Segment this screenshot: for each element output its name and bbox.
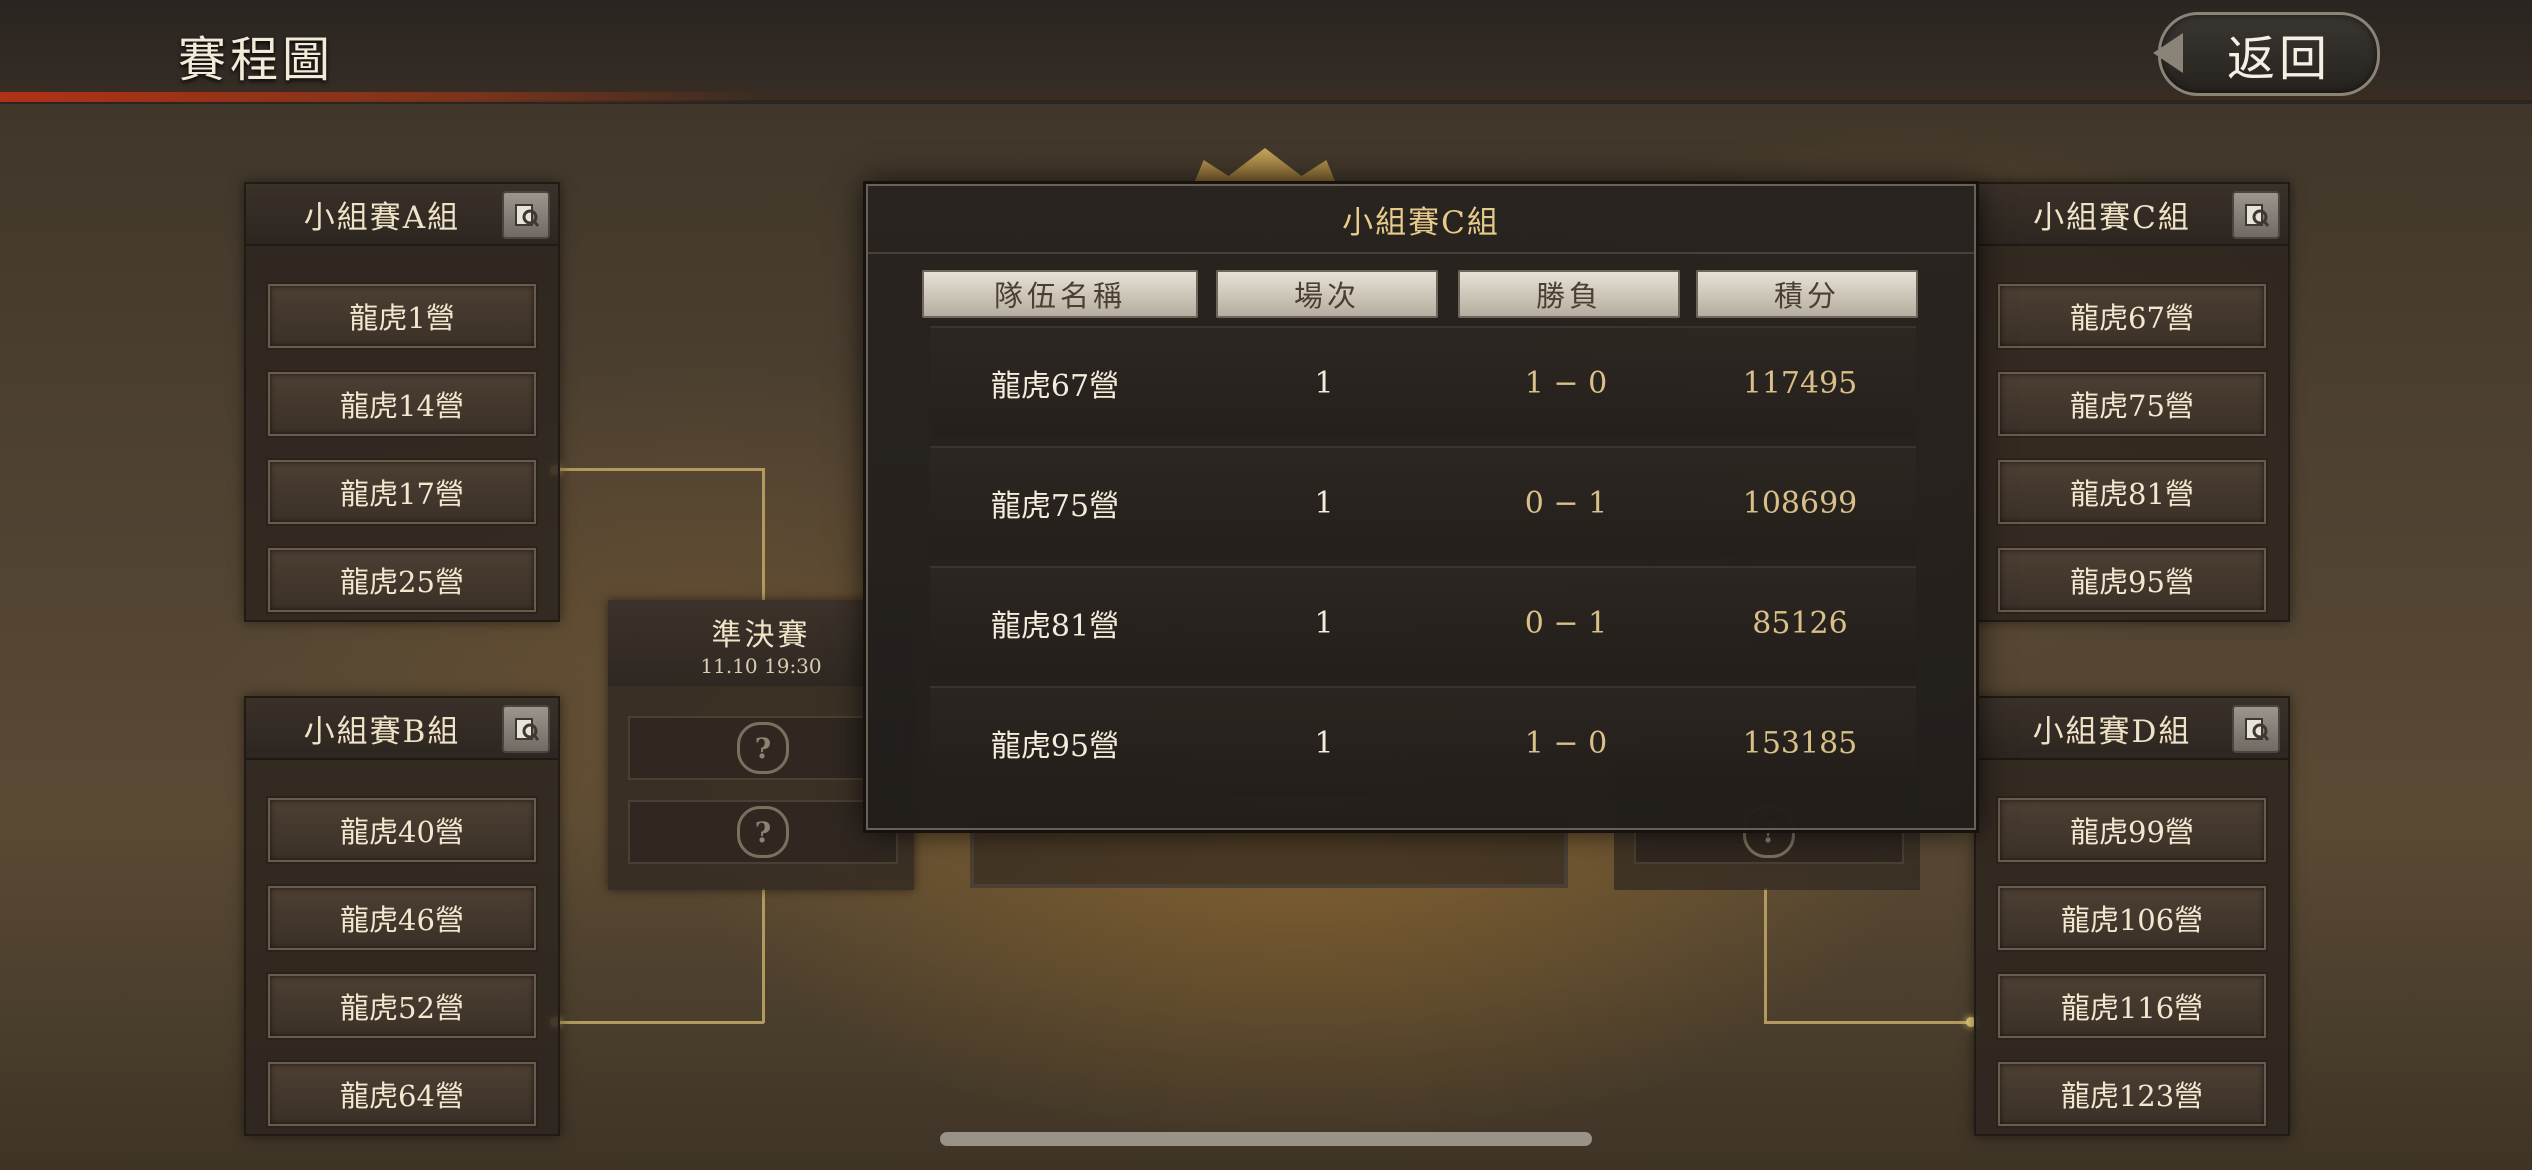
group-d-header: 小組賽D組 [1976, 698, 2288, 760]
bracket-line [762, 888, 765, 1023]
table-row: 龍虎81營 1 0 − 1 85126 [930, 566, 1916, 678]
team-name: 龍虎67營 [990, 369, 1120, 404]
points: 117495 [1742, 365, 1858, 401]
back-button[interactable]: 返回 [2153, 12, 2380, 96]
trophy-crown-icon [1192, 148, 1338, 188]
team-button[interactable]: 龍虎95營 [1998, 548, 2266, 612]
back-button-label: 返回 [2226, 31, 2331, 87]
team-button[interactable]: 龍虎46營 [268, 886, 536, 950]
back-arrow-icon [2153, 33, 2183, 73]
games-played: 1 [1314, 725, 1334, 761]
team-button[interactable]: 龍虎17營 [268, 460, 536, 524]
group-c-header: 小組賽C組 [1976, 184, 2288, 246]
team-button[interactable]: 龍虎64營 [268, 1062, 536, 1126]
semifinal-slot[interactable]: ? [628, 800, 898, 864]
group-c-title: 小組賽C組 [2033, 199, 2191, 236]
group-c-panel: 小組賽C組 龍虎67營 龍虎75營 龍虎81營 龍虎95營 [1974, 182, 2290, 622]
games-played: 1 [1314, 365, 1334, 401]
team-button[interactable]: 龍虎81營 [1998, 460, 2266, 524]
team-button[interactable]: 龍虎14營 [268, 372, 536, 436]
bracket-line [1764, 1021, 1972, 1024]
bracket-line [762, 468, 765, 602]
table-row: 龍虎67營 1 1 − 0 117495 [930, 326, 1916, 438]
team-name: 龍虎81營 [990, 609, 1120, 644]
team-button[interactable]: 龍虎40營 [268, 798, 536, 862]
group-a-header: 小組賽A組 [246, 184, 558, 246]
points: 153185 [1742, 725, 1858, 761]
column-header-win-loss[interactable]: 勝負 [1458, 270, 1680, 318]
semifinal-slot[interactable]: ? [628, 716, 898, 780]
team-button[interactable]: 龍虎25營 [268, 548, 536, 612]
scroll-view-icon[interactable] [2232, 191, 2280, 239]
team-button[interactable]: 龍虎52營 [268, 974, 536, 1038]
scroll-view-icon[interactable] [2232, 705, 2280, 753]
points: 85126 [1752, 605, 1848, 641]
group-b-header: 小組賽B組 [246, 698, 558, 760]
home-indicator[interactable] [940, 1132, 1592, 1146]
team-button[interactable]: 龍虎67營 [1998, 284, 2266, 348]
team-button[interactable]: 龍虎116營 [1998, 974, 2266, 1038]
team-button[interactable]: 龍虎106營 [1998, 886, 2266, 950]
question-mark-icon: ? [737, 722, 789, 774]
scroll-view-icon[interactable] [502, 705, 550, 753]
column-header-team[interactable]: 隊伍名稱 [922, 270, 1198, 318]
scroll-view-icon[interactable] [502, 191, 550, 239]
bracket-line [556, 468, 764, 471]
group-d-panel: 小組賽D組 龍虎99營 龍虎106營 龍虎116營 龍虎123營 [1974, 696, 2290, 1136]
top-bar: 賽程圖 返回 [0, 0, 2532, 104]
win-loss: 1 − 0 [1524, 725, 1608, 761]
team-name: 龍虎95營 [990, 729, 1120, 764]
group-b-panel: 小組賽B組 龍虎40營 龍虎46營 龍虎52營 龍虎64營 [244, 696, 560, 1136]
dialog-title: 小組賽C組 [868, 186, 1974, 254]
win-loss: 0 − 1 [1524, 485, 1608, 521]
team-button[interactable]: 龍虎1營 [268, 284, 536, 348]
bracket-line [1764, 888, 1767, 1023]
group-standings-dialog: 小組賽C組 隊伍名稱 場次 勝負 積分 龍虎67營 1 1 − 0 117495… [866, 184, 1976, 830]
team-button[interactable]: 龍虎75營 [1998, 372, 2266, 436]
title-glow [0, 92, 760, 102]
team-name: 龍虎75營 [990, 489, 1120, 524]
bracket-line [556, 1021, 764, 1024]
team-button[interactable]: 龍虎123營 [1998, 1062, 2266, 1126]
games-played: 1 [1314, 605, 1334, 641]
win-loss: 0 − 1 [1524, 605, 1608, 641]
question-mark-icon: ? [737, 806, 789, 858]
team-button[interactable]: 龍虎99營 [1998, 798, 2266, 862]
points: 108699 [1742, 485, 1858, 521]
group-a-panel: 小組賽A組 龍虎1營 龍虎14營 龍虎17營 龍虎25營 [244, 182, 560, 622]
group-b-title: 小組賽B組 [303, 713, 461, 750]
win-loss: 1 − 0 [1524, 365, 1608, 401]
table-row: 龍虎75營 1 0 − 1 108699 [930, 446, 1916, 558]
group-d-title: 小組賽D組 [2032, 713, 2192, 750]
column-header-points[interactable]: 積分 [1696, 270, 1918, 318]
table-row: 龍虎95營 1 1 − 0 153185 [930, 686, 1916, 798]
page-title: 賽程圖 [178, 32, 335, 88]
column-header-games[interactable]: 場次 [1216, 270, 1438, 318]
games-played: 1 [1314, 485, 1334, 521]
group-a-title: 小組賽A組 [303, 199, 461, 236]
